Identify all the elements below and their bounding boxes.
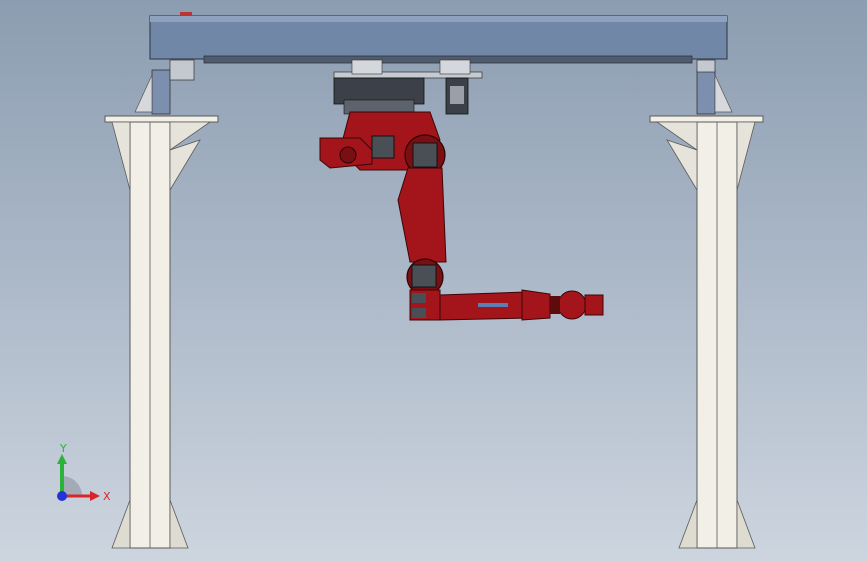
robot-arm[interactable] <box>319 111 604 321</box>
axis-triad: Y X <box>50 440 120 510</box>
y-axis-label: Y <box>59 442 67 455</box>
cad-viewport[interactable]: Y X <box>0 0 867 562</box>
gantry-robot-scene[interactable] <box>0 0 867 562</box>
robot-carriage[interactable] <box>333 59 483 115</box>
left-column[interactable] <box>104 59 219 549</box>
x-axis-label: X <box>103 490 111 503</box>
z-axis-dot <box>57 491 67 501</box>
right-column[interactable] <box>649 59 764 549</box>
overhead-beam[interactable] <box>149 12 728 64</box>
